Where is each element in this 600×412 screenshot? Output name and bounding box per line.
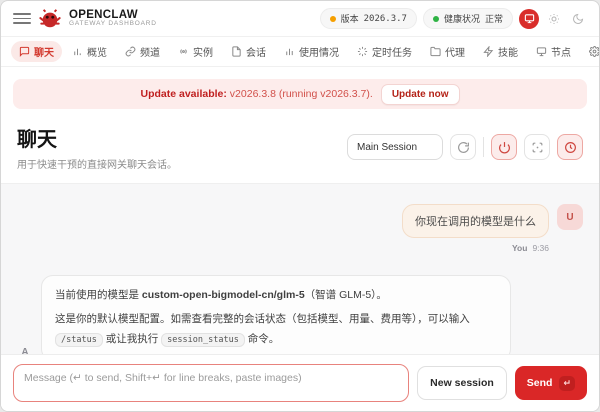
tab-agents[interactable]: 代理	[422, 41, 473, 62]
chat-messages[interactable]: 你现在调用的模型是什么 You 9:36 U A 当前使用的模型是 custom…	[1, 183, 599, 354]
divider	[483, 137, 484, 157]
model-name: custom-open-bigmodel-cn/glm-5	[142, 289, 305, 301]
menu-icon[interactable]	[13, 13, 31, 24]
tab-channels[interactable]: 频道	[117, 41, 168, 62]
assistant-paragraph-1: 当前使用的模型是 custom-open-bigmodel-cn/glm-5（智…	[55, 286, 497, 306]
tab-cron-label: 定时任务	[372, 44, 412, 59]
page-subtitle: 用于快速干预的直接网关聊天会话。	[17, 156, 177, 171]
openclaw-logo-icon	[39, 8, 61, 30]
tab-config[interactable]: 配置	[581, 41, 599, 62]
nav-tabs: 聊天 概览 频道 实例 会话 使用情况 定时任务 代理	[1, 37, 599, 67]
node-monitor-icon	[536, 46, 547, 57]
version-label: 版本	[341, 12, 359, 25]
tab-skills[interactable]: 技能	[475, 41, 526, 62]
version-value: 2026.3.7	[364, 14, 407, 24]
link-icon	[125, 46, 136, 57]
tab-cron[interactable]: 定时任务	[349, 41, 420, 62]
theme-light-button[interactable]	[545, 10, 563, 28]
page-title: 聊天	[17, 123, 177, 152]
brand-subtitle: GATEWAY DASHBOARD	[69, 21, 157, 28]
health-value: 正常	[485, 12, 503, 25]
send-button-label: Send	[527, 377, 553, 389]
user-message-time: 9:36	[532, 243, 549, 253]
zap-icon	[483, 46, 494, 57]
app-window: OPENCLAW GATEWAY DASHBOARD 版本 2026.3.7 健…	[0, 0, 600, 412]
theme-dark-button[interactable]	[569, 10, 587, 28]
loader-icon	[357, 46, 368, 57]
send-button[interactable]: Send ↵	[515, 366, 587, 400]
tab-agents-label: 代理	[445, 44, 465, 59]
abort-button[interactable]	[491, 134, 517, 160]
refresh-icon	[457, 141, 470, 154]
tab-instances-label: 实例	[193, 44, 213, 59]
new-session-button[interactable]: New session	[417, 366, 507, 400]
chat-icon	[19, 46, 30, 57]
folder-icon	[430, 46, 441, 57]
tab-chat-label: 聊天	[34, 44, 54, 59]
assistant-message-bubble: 当前使用的模型是 custom-open-bigmodel-cn/glm-5（智…	[41, 275, 511, 354]
update-banner-text: v2026.3.8 (running v2026.3.7).	[230, 88, 373, 100]
assistant-paragraph-2: 这是你的默认模型配置。如需查看完整的会话状态（包括模型、用量、费用等），可以输入…	[55, 310, 497, 350]
health-badge: 健康状况 正常	[423, 8, 513, 29]
history-button[interactable]	[557, 134, 583, 160]
tab-sessions[interactable]: 会话	[223, 41, 274, 62]
focus-icon	[531, 141, 544, 154]
status-command-chip: /status	[55, 333, 103, 347]
clock-icon	[564, 141, 577, 154]
brand-block: OPENCLAW GATEWAY DASHBOARD	[69, 9, 157, 28]
tab-overview-label: 概览	[87, 44, 107, 59]
tab-overview[interactable]: 概览	[64, 41, 115, 62]
monitor-button[interactable]	[519, 9, 539, 29]
bar-chart-icon	[72, 46, 83, 57]
top-header: OPENCLAW GATEWAY DASHBOARD 版本 2026.3.7 健…	[1, 1, 599, 37]
power-icon	[498, 141, 511, 154]
session-select[interactable]: Main Session	[347, 134, 443, 160]
health-dot-icon	[433, 16, 439, 22]
tab-skills-label: 技能	[498, 44, 518, 59]
page-header: 聊天 用于快速干预的直接网关聊天会话。 Main Session	[1, 109, 599, 183]
broadcast-icon	[178, 46, 189, 57]
session-select-value: Main Session	[357, 142, 417, 153]
moon-icon	[572, 13, 584, 25]
tab-channels-label: 频道	[140, 44, 160, 59]
usage-chart-icon	[284, 46, 295, 57]
session-status-command-chip: session_status	[161, 333, 245, 347]
focus-button[interactable]	[524, 134, 550, 160]
update-banner: Update available: v2026.3.8 (running v20…	[13, 79, 587, 109]
assistant-avatar: A	[17, 347, 33, 354]
tab-usage[interactable]: 使用情况	[276, 41, 347, 62]
tab-usage-label: 使用情况	[299, 44, 339, 59]
tab-instances[interactable]: 实例	[170, 41, 221, 62]
sun-icon	[548, 13, 560, 25]
version-dot-icon	[330, 16, 336, 22]
enter-key-icon: ↵	[559, 376, 575, 391]
user-message-bubble: 你现在调用的模型是什么	[402, 204, 549, 238]
monitor-icon	[524, 13, 535, 24]
refresh-button[interactable]	[450, 134, 476, 160]
health-label: 健康状况	[444, 12, 480, 25]
update-banner-title: Update available:	[141, 88, 227, 100]
message-input[interactable]	[13, 364, 409, 402]
tab-nodes-label: 节点	[551, 44, 571, 59]
assistant-message-row: A 当前使用的模型是 custom-open-bigmodel-cn/glm-5…	[17, 275, 583, 354]
tab-nodes[interactable]: 节点	[528, 41, 579, 62]
version-badge: 版本 2026.3.7	[320, 8, 417, 29]
file-icon	[231, 46, 242, 57]
user-avatar: U	[557, 204, 583, 230]
user-message-row: 你现在调用的模型是什么 You 9:36 U	[17, 204, 583, 253]
tab-sessions-label: 会话	[246, 44, 266, 59]
composer-bar: New session Send ↵	[1, 354, 599, 411]
update-now-button[interactable]: Update now	[381, 84, 460, 105]
gear-icon	[589, 46, 599, 57]
tab-chat[interactable]: 聊天	[11, 41, 62, 62]
user-message-author: You	[512, 243, 527, 253]
